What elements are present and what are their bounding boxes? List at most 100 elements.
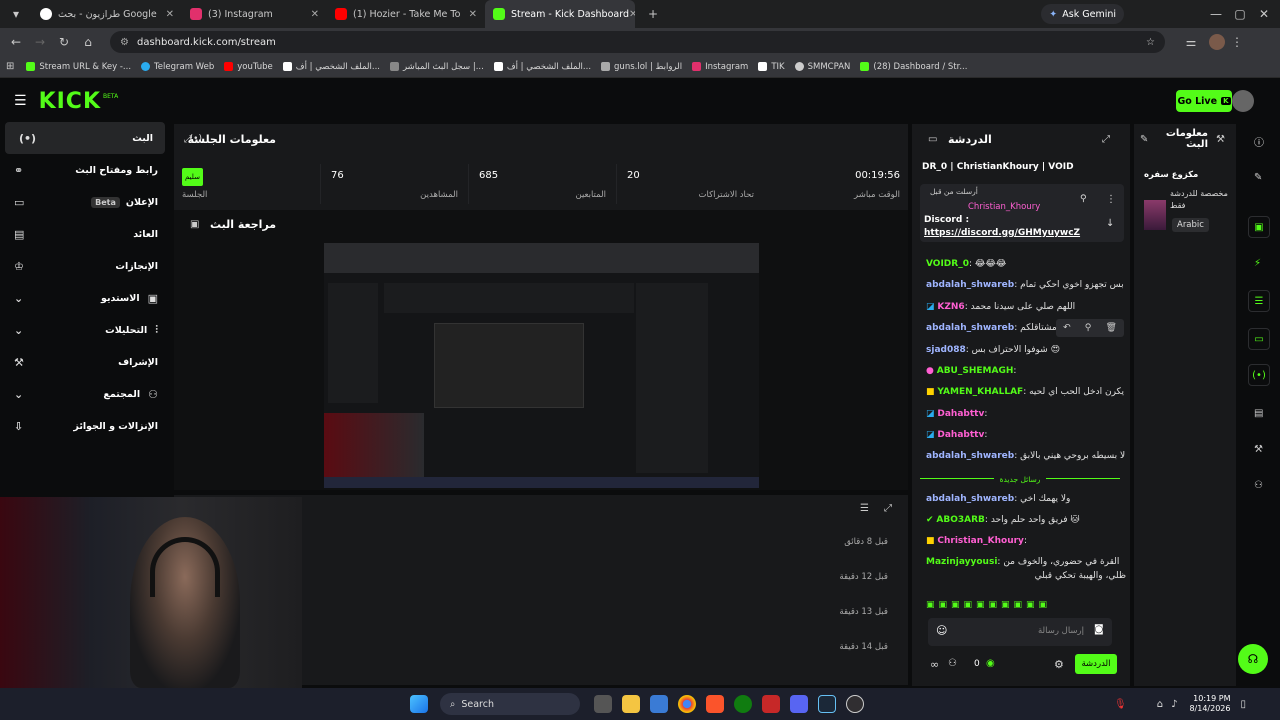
arrow-down-icon[interactable]: ↓	[1106, 218, 1114, 229]
mic-icon[interactable]: 🎙	[1114, 699, 1127, 710]
bookmark-item[interactable]: (28) Dashboard / Str...	[860, 62, 967, 72]
lightning-icon[interactable]: ⚡	[1254, 258, 1261, 269]
server-icon[interactable]: ▤	[1254, 408, 1263, 419]
chat-username[interactable]: Christian_Khoury	[937, 536, 1024, 546]
chat-username[interactable]: abdalah_shwareb	[926, 280, 1014, 290]
bookmark-item[interactable]: سجل البث المباشر |...	[389, 62, 484, 72]
volume-icon[interactable]: ♪	[1171, 699, 1177, 710]
emoji-icon[interactable]: ☺	[936, 624, 947, 637]
chat-username[interactable]: Dahabttv	[937, 430, 984, 440]
taskbar-search[interactable]: ⌕ Search	[440, 693, 580, 715]
sidebar-item-studio[interactable]: ⌄ الاستديو ▣	[0, 282, 170, 314]
settings-icon[interactable]: ⚙	[1054, 658, 1064, 671]
discord-icon[interactable]	[790, 695, 808, 713]
stream-preview-video[interactable]	[324, 243, 759, 488]
pin-icon[interactable]: ⚲	[1085, 323, 1092, 333]
browser-menu-icon[interactable]: ⋮	[1225, 35, 1249, 49]
bookmark-item[interactable]: Instagram	[692, 62, 748, 72]
pin-icon[interactable]: ⚲	[1080, 194, 1087, 204]
sidebar-item-drops[interactable]: ⇩ الإنزالات و الجوائز	[0, 410, 170, 442]
chat-username[interactable]: abdalah_shwareb	[926, 451, 1014, 461]
community-icon[interactable]: ⚇	[948, 658, 957, 669]
live-tool-icon[interactable]: (•)	[1248, 364, 1270, 386]
browser-tab-kick[interactable]: Stream - Kick Dashboard ✕	[485, 0, 635, 28]
language-tag[interactable]: Arabic	[1172, 218, 1209, 232]
kick-emote-icon[interactable]: ◙	[1094, 624, 1104, 635]
sidebar-item-analytics[interactable]: ⌄ التحليلات ⫶	[0, 314, 170, 346]
ask-gemini-button[interactable]: ✦ Ask Gemini	[1041, 4, 1124, 24]
chat-username[interactable]: YAMEN_KHALLAF	[937, 387, 1023, 397]
network-icon[interactable]: ⌂	[1157, 699, 1163, 710]
reply-icon[interactable]: ↶	[1063, 323, 1071, 333]
bookmark-item[interactable]: TIK	[758, 62, 785, 72]
sidebar-item-stream-key[interactable]: ⚭ رابط ومفتاح البث	[0, 154, 170, 186]
chat-username[interactable]: KZN6	[937, 302, 964, 312]
obs-icon[interactable]	[846, 695, 864, 713]
profile-avatar[interactable]	[1209, 34, 1225, 50]
chat-username[interactable]: ABU_SHEMAGH	[937, 366, 1014, 376]
expand-icon[interactable]: ⤢	[1102, 134, 1110, 145]
chat-username[interactable]: ABO3ARB	[936, 515, 985, 525]
go-live-button[interactable]: Go Live K	[1176, 90, 1232, 112]
chat-tool-icon[interactable]: ▭	[1248, 328, 1270, 350]
windows-start-icon[interactable]	[410, 695, 428, 713]
support-button[interactable]: ☊	[1238, 644, 1268, 674]
sidebar-item-moderation[interactable]: ⚒ الإشراف	[0, 346, 170, 378]
filter-icon[interactable]: ☰	[860, 503, 869, 514]
forward-icon[interactable]: →	[28, 35, 52, 49]
chat-username[interactable]: Mazinjayyousi	[926, 557, 997, 567]
notifications-icon[interactable]: ▯	[1240, 699, 1246, 710]
brave-icon[interactable]	[706, 695, 724, 713]
browser-tab-instagram[interactable]: (3) Instagram ✕	[182, 0, 327, 28]
sidebar-item-community[interactable]: ⌄ المجتمع ⚇	[0, 378, 170, 410]
chat-username[interactable]: sjad088	[926, 345, 966, 355]
pencil-icon[interactable]: ✎	[1254, 172, 1262, 183]
infinity-icon[interactable]: ∞	[930, 658, 939, 671]
file-explorer-icon[interactable]	[622, 695, 640, 713]
clock[interactable]: 10:19 PM 8/14/2026	[1189, 694, 1230, 714]
info-icon[interactable]: ⓘ	[1254, 134, 1264, 149]
back-icon[interactable]: ←	[4, 35, 28, 49]
sidebar-item-stream[interactable]: (•) البث	[5, 122, 165, 154]
bookmark-item[interactable]: youTube	[224, 62, 273, 72]
bookmark-item[interactable]: الملف الشخصي | أف...	[282, 62, 380, 72]
delete-icon[interactable]: 🗑	[1105, 323, 1116, 333]
capture-icon[interactable]	[762, 695, 780, 713]
site-info-icon[interactable]: ⚙	[120, 37, 129, 48]
xbox-icon[interactable]	[734, 695, 752, 713]
chat-username[interactable]: abdalah_shwareb	[926, 494, 1014, 504]
user-avatar[interactable]	[1232, 90, 1254, 112]
sidebar-item-revenue[interactable]: ▤ العائد	[0, 218, 170, 250]
minimize-icon[interactable]: —	[1204, 7, 1228, 21]
video-tool-icon[interactable]: ▣	[1248, 216, 1270, 238]
close-icon[interactable]: ✕	[166, 9, 174, 20]
chrome-icon[interactable]	[678, 695, 696, 713]
store-icon[interactable]	[650, 695, 668, 713]
hamburger-menu-icon[interactable]: ☰	[14, 93, 27, 109]
extensions-icon[interactable]: ⚌	[1179, 35, 1203, 49]
chat-username[interactable]: VOIDR_0	[926, 259, 969, 269]
community-icon[interactable]: ⚇	[1254, 480, 1263, 491]
chat-input[interactable]: ☺ إرسال رسالة ◙	[928, 618, 1112, 646]
close-window-icon[interactable]: ✕	[1252, 7, 1276, 21]
sidebar-item-achievements[interactable]: ♔ الإنجازات	[0, 250, 170, 282]
sidebar-item-ads[interactable]: ▭ Beta الإعلان	[0, 186, 170, 218]
more-options-icon[interactable]: ⋮	[1106, 194, 1116, 205]
expand-icon[interactable]: ⤢	[884, 503, 892, 514]
wrench-icon[interactable]: ⚒	[1254, 444, 1263, 455]
kick-logo[interactable]: KICK	[39, 89, 101, 114]
bookmark-item[interactable]: SMMCPAN	[794, 62, 850, 72]
browser-tab-google[interactable]: طرازيون - بحث Google ✕	[32, 0, 182, 28]
url-input[interactable]: ⚙ dashboard.kick.com/stream ☆	[110, 31, 1165, 53]
close-icon[interactable]: ✕	[629, 9, 635, 20]
chat-send-button[interactable]: الدردشة	[1075, 654, 1117, 674]
pinned-link[interactable]: https://discord.gg/GHMyuywcZ	[924, 228, 1080, 238]
bookmark-item[interactable]: Telegram Web	[141, 62, 214, 72]
bookmark-star-icon[interactable]: ☆	[1146, 37, 1155, 48]
steam-icon[interactable]	[818, 695, 836, 713]
close-icon[interactable]: ✕	[311, 9, 319, 20]
maximize-icon[interactable]: ▢	[1228, 7, 1252, 21]
edit-icon[interactable]: ✎	[1140, 134, 1148, 145]
bookmark-item[interactable]: guns.lol | الروابط	[601, 62, 682, 72]
bookmark-item[interactable]: Stream URL & Key -...	[26, 62, 131, 72]
